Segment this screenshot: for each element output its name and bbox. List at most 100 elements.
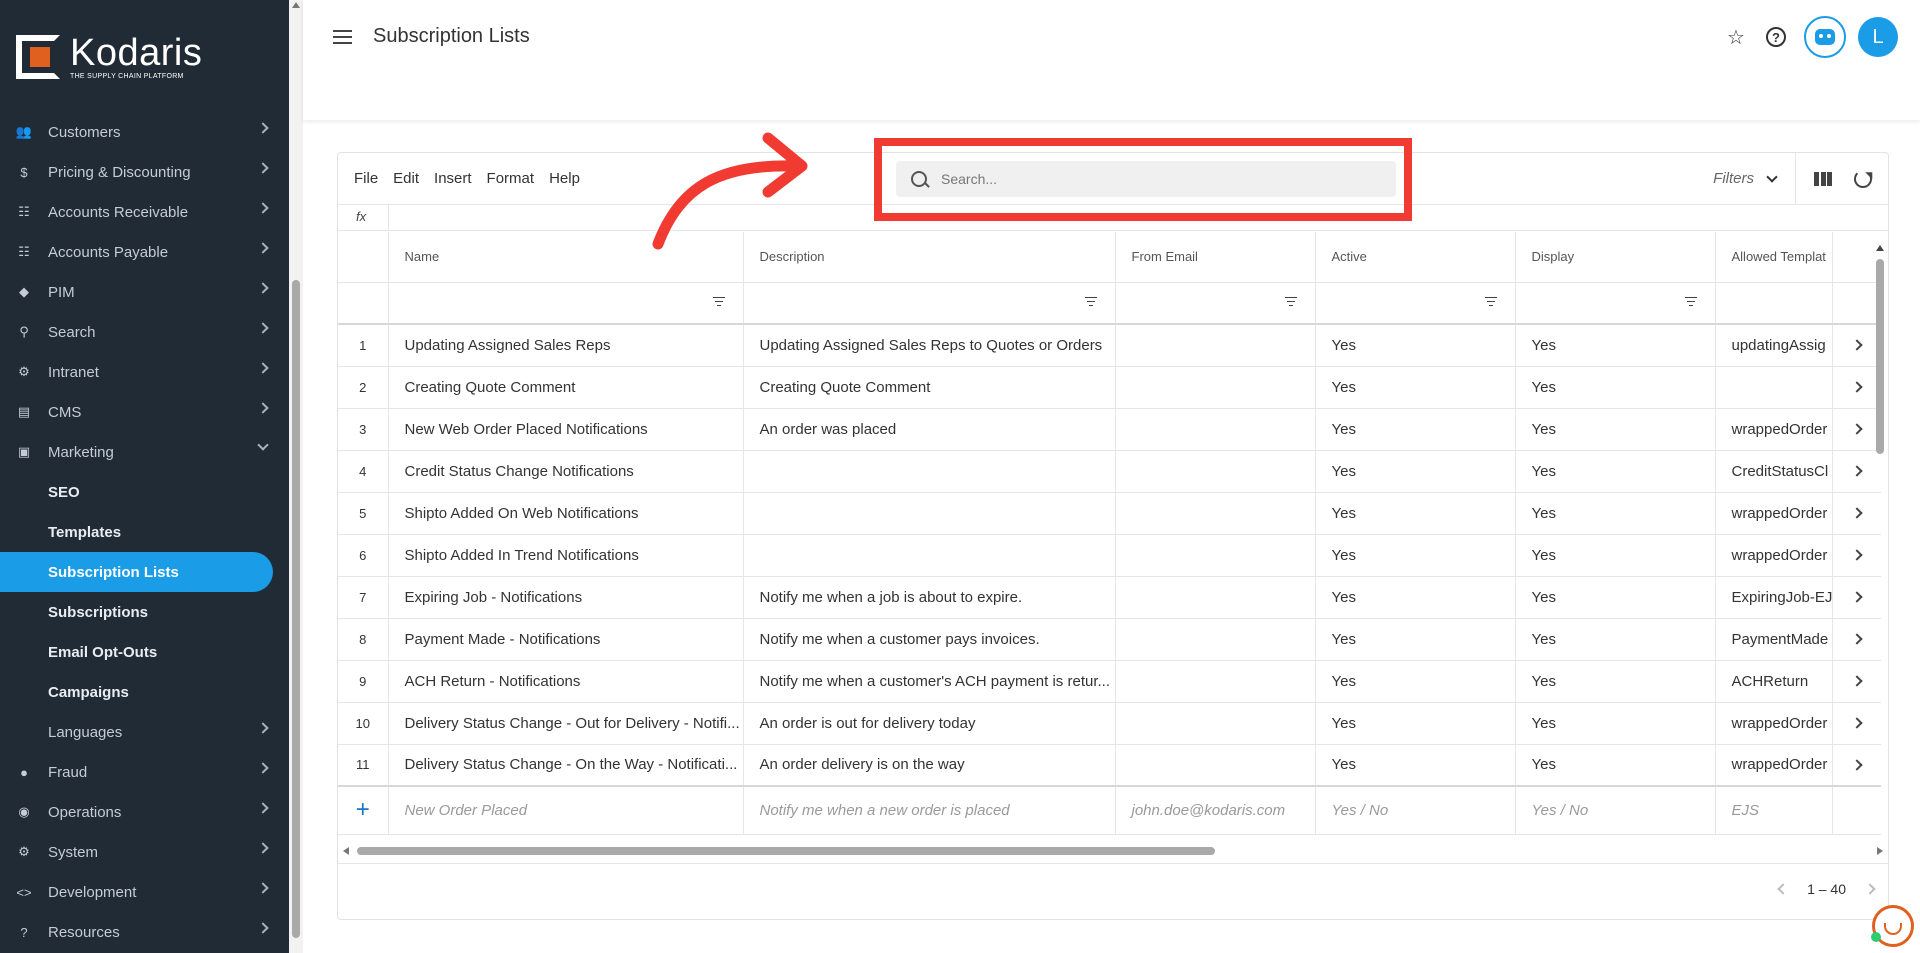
column-filter-name[interactable] xyxy=(388,282,743,324)
sidebar-item-accounts-payable[interactable]: ☷ Accounts Payable xyxy=(0,232,289,272)
cell-description[interactable]: An order delivery is on the way xyxy=(743,744,1115,786)
table-row[interactable]: 11 Delivery Status Change - On the Way - … xyxy=(338,744,1881,786)
scroll-left-arrow-icon[interactable] xyxy=(343,847,349,855)
sidebar-item-intranet[interactable]: ⚙ Intranet xyxy=(0,352,289,392)
cell-active[interactable]: Yes xyxy=(1315,366,1515,408)
cell-display[interactable]: Yes xyxy=(1515,618,1715,660)
scroll-right-arrow-icon[interactable] xyxy=(1877,847,1883,855)
cell-allowed-templates[interactable]: ExpiringJob-EJ xyxy=(1715,576,1833,618)
cell-name[interactable]: Credit Status Change Notifications xyxy=(388,450,743,492)
cell-display[interactable]: Yes xyxy=(1515,660,1715,702)
table-row[interactable]: 1 Updating Assigned Sales Reps Updating As… xyxy=(338,324,1881,366)
menu-edit[interactable]: Edit xyxy=(393,170,419,187)
table-row[interactable]: 4 Credit Status Change Notifications Yes Ye… xyxy=(338,450,1881,492)
filters-dropdown[interactable]: Filters xyxy=(1713,170,1776,187)
cell-allowed-templates[interactable]: wrappedOrder xyxy=(1715,492,1833,534)
row-open-button[interactable] xyxy=(1833,576,1881,618)
column-header-allowed-templates[interactable]: Allowed Templat xyxy=(1715,232,1833,282)
table-row[interactable]: 3 New Web Order Placed Notifications An or… xyxy=(338,408,1881,450)
cell-name[interactable]: Creating Quote Comment xyxy=(388,366,743,408)
cell-name[interactable]: Delivery Status Change - Out for Deliver… xyxy=(388,702,743,744)
menu-icon[interactable] xyxy=(333,30,352,44)
chat-support-icon[interactable] xyxy=(1872,905,1914,947)
add-row-icon[interactable]: + xyxy=(338,786,388,834)
cell-allowed-templates[interactable]: ACHReturn xyxy=(1715,660,1833,702)
scroll-up-arrow-icon[interactable] xyxy=(1876,245,1884,251)
column-header-active[interactable]: Active xyxy=(1315,232,1515,282)
new-row-name[interactable]: New Order Placed xyxy=(388,786,743,834)
previous-page-icon[interactable] xyxy=(1777,883,1788,894)
table-row[interactable]: 6 Shipto Added In Trend Notifications Yes Y… xyxy=(338,534,1881,576)
new-row-active[interactable]: Yes / No xyxy=(1315,786,1515,834)
filter-icon[interactable] xyxy=(1085,297,1097,306)
grid-vertical-scrollbar[interactable] xyxy=(1876,245,1884,745)
cell-allowed-templates[interactable] xyxy=(1715,366,1833,408)
sidebar-item-cms[interactable]: ▤ CMS xyxy=(0,392,289,432)
filter-icon[interactable] xyxy=(1285,297,1297,306)
menu-help[interactable]: Help xyxy=(549,170,580,187)
table-row[interactable]: 8 Payment Made - Notifications Notify me w… xyxy=(338,618,1881,660)
column-header-from-email[interactable]: From Email xyxy=(1115,232,1315,282)
cell-display[interactable]: Yes xyxy=(1515,576,1715,618)
sidebar-subitem-seo[interactable]: SEO xyxy=(0,472,289,512)
cell-from-email[interactable] xyxy=(1115,492,1315,534)
next-page-icon[interactable] xyxy=(1864,883,1875,894)
cell-description[interactable]: Creating Quote Comment xyxy=(743,366,1115,408)
cell-name[interactable]: Shipto Added On Web Notifications xyxy=(388,492,743,534)
menu-format[interactable]: Format xyxy=(487,170,535,187)
row-open-button[interactable] xyxy=(1833,660,1881,702)
cell-description[interactable]: Updating Assigned Sales Reps to Quotes o… xyxy=(743,324,1115,366)
refresh-icon[interactable] xyxy=(1854,170,1872,188)
cell-allowed-templates[interactable]: wrappedOrder xyxy=(1715,534,1833,576)
cell-description[interactable]: Notify me when a job is about to expire. xyxy=(743,576,1115,618)
cell-display[interactable]: Yes xyxy=(1515,366,1715,408)
cell-from-email[interactable] xyxy=(1115,366,1315,408)
row-open-button[interactable] xyxy=(1833,534,1881,576)
table-row[interactable]: 9 ACH Return - Notifications Notify me whe… xyxy=(338,660,1881,702)
star-icon[interactable]: ☆ xyxy=(1722,23,1750,51)
avatar[interactable]: L xyxy=(1858,17,1898,57)
cell-display[interactable]: Yes xyxy=(1515,534,1715,576)
cell-from-email[interactable] xyxy=(1115,618,1315,660)
cell-description[interactable]: Notify me when a customer pays invoices. xyxy=(743,618,1115,660)
row-open-button[interactable] xyxy=(1833,366,1881,408)
assistant-bot-icon[interactable] xyxy=(1804,16,1846,58)
cell-name[interactable]: Shipto Added In Trend Notifications xyxy=(388,534,743,576)
brand-logo[interactable]: Kodaris THE SUPPLY CHAIN PLATFORM xyxy=(16,34,202,80)
table-row[interactable]: 5 Shipto Added On Web Notifications Yes Yes… xyxy=(338,492,1881,534)
new-row-from-email[interactable]: john.doe@kodaris.com xyxy=(1115,786,1315,834)
cell-display[interactable]: Yes xyxy=(1515,492,1715,534)
sidebar-item-customers[interactable]: 👥 Customers xyxy=(0,112,289,152)
grid-horizontal-scrollbar[interactable] xyxy=(343,846,1883,856)
cell-active[interactable]: Yes xyxy=(1315,324,1515,366)
help-icon[interactable]: ? xyxy=(1762,23,1790,51)
menu-file[interactable]: File xyxy=(354,170,378,187)
cell-description[interactable] xyxy=(743,492,1115,534)
cell-description[interactable]: Notify me when a customer's ACH payment … xyxy=(743,660,1115,702)
menu-insert[interactable]: Insert xyxy=(434,170,472,187)
cell-description[interactable] xyxy=(743,450,1115,492)
table-row[interactable]: 7 Expiring Job - Notifications Notify me w… xyxy=(338,576,1881,618)
sidebar-item-marketing[interactable]: ▣ Marketing xyxy=(0,432,289,472)
cell-from-email[interactable] xyxy=(1115,744,1315,786)
cell-name[interactable]: Updating Assigned Sales Reps xyxy=(388,324,743,366)
row-open-button[interactable] xyxy=(1833,492,1881,534)
sidebar-item-operations[interactable]: ◉ Operations xyxy=(0,792,289,832)
cell-description[interactable]: An order is out for delivery today xyxy=(743,702,1115,744)
cell-display[interactable]: Yes xyxy=(1515,450,1715,492)
cell-name[interactable]: Payment Made - Notifications xyxy=(388,618,743,660)
cell-name[interactable]: ACH Return - Notifications xyxy=(388,660,743,702)
column-filter-active[interactable] xyxy=(1315,282,1515,324)
grid-horizontal-scrollbar-thumb[interactable] xyxy=(357,847,1215,855)
new-row-description[interactable]: Notify me when a new order is placed xyxy=(743,786,1115,834)
row-open-button[interactable] xyxy=(1833,324,1881,366)
column-filter-allowed-templates[interactable] xyxy=(1715,282,1833,324)
sidebar-item-system[interactable]: ⚙ System xyxy=(0,832,289,872)
scroll-up-arrow-icon[interactable] xyxy=(292,2,300,8)
filter-icon[interactable] xyxy=(713,297,725,306)
cell-name[interactable]: Expiring Job - Notifications xyxy=(388,576,743,618)
row-open-button[interactable] xyxy=(1833,618,1881,660)
sidebar-item-accounts-receivable[interactable]: ☷ Accounts Receivable xyxy=(0,192,289,232)
sidebar-subitem-email-opt-outs[interactable]: Email Opt-Outs xyxy=(0,632,289,672)
cell-from-email[interactable] xyxy=(1115,660,1315,702)
